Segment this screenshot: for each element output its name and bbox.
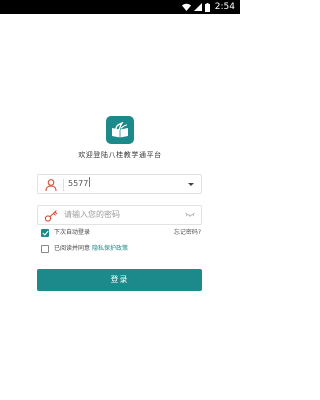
wifi-icon (181, 3, 191, 11)
field-divider (63, 179, 64, 191)
book-logo-icon (106, 116, 134, 144)
agreement-label: 已阅读并同意 (54, 245, 91, 252)
login-screen: 2:54 欢迎登陆八桂教学通平台 5577 请输入您的密码 下次自动登录 忘记密… (0, 0, 240, 400)
status-icons: 2:54 (181, 0, 235, 14)
status-bar: 2:54 (0, 0, 240, 14)
password-field[interactable]: 请输入您的密码 (37, 205, 202, 225)
agreement-row[interactable]: 已阅读并同意 隐私保护政策 (41, 244, 128, 254)
auto-login-label: 下次自动登录 (54, 229, 91, 236)
privacy-policy-link[interactable]: 隐私保护政策 (92, 244, 128, 254)
username-value-wrap: 5577 (68, 175, 91, 193)
check-icon (41, 230, 49, 236)
auto-login-checkbox[interactable] (41, 229, 49, 237)
chevron-down-icon[interactable] (188, 183, 194, 186)
eye-closed-icon[interactable] (185, 211, 195, 219)
status-time: 2:54 (214, 2, 235, 12)
agreement-checkbox[interactable] (41, 245, 49, 253)
auto-login-row[interactable]: 下次自动登录 (41, 228, 90, 238)
book-logo-graphic (112, 122, 128, 138)
signal-icon (193, 3, 202, 11)
login-button[interactable]: 登录 (37, 269, 202, 291)
username-value: 5577 (68, 179, 89, 188)
text-cursor (89, 177, 91, 187)
forgot-password-link[interactable]: 忘记密码? (174, 228, 201, 238)
battery-icon (204, 2, 210, 12)
key-icon (44, 210, 58, 222)
password-placeholder: 请输入您的密码 (64, 210, 120, 219)
app-title: 欢迎登陆八桂教学通平台 (78, 151, 162, 159)
user-icon (45, 179, 57, 192)
username-field[interactable]: 5577 (37, 174, 202, 194)
